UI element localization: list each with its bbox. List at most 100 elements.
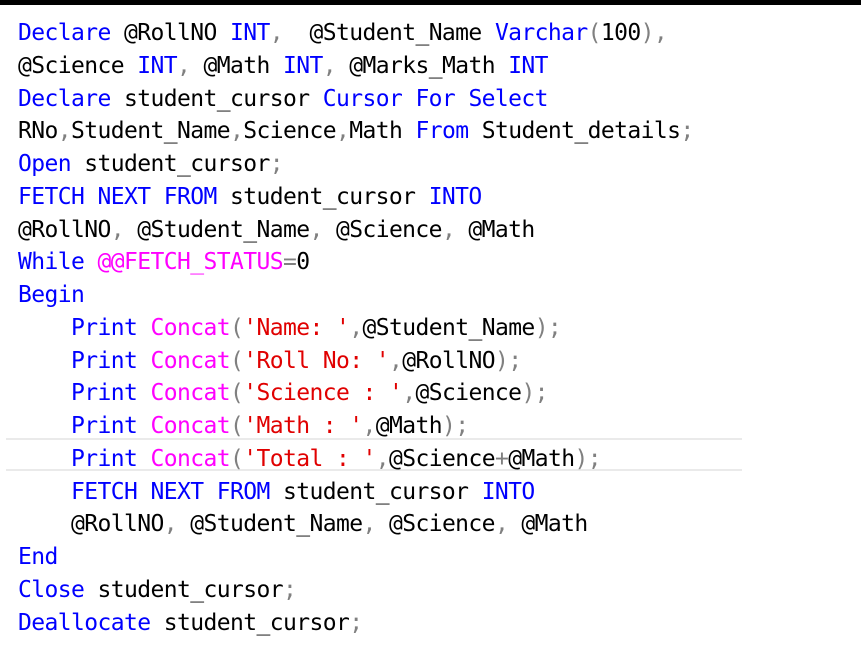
identifier-token — [18, 446, 71, 472]
operator-token: , — [402, 380, 416, 407]
operator-token: ( — [229, 445, 244, 472]
keyword-token: FETCH NEXT FROM — [71, 478, 270, 505]
function-token: Concat — [150, 445, 231, 472]
identifier-token: student_cursor — [84, 576, 283, 603]
keyword-token: INT — [508, 52, 548, 79]
keyword-token: While — [18, 249, 85, 276]
code-line: Print Concat('Science : ',@Science); — [18, 377, 549, 409]
operator-token: ); — [494, 347, 522, 374]
function-token: @@FETCH_STATUS — [97, 249, 284, 276]
operator-token: , — [176, 52, 191, 79]
keyword-token: End — [18, 544, 58, 570]
code-line: Print Concat('Roll No: ',@RollNO); — [18, 345, 522, 377]
number-token: 0 — [296, 249, 310, 276]
string-token: 'Roll No: ' — [243, 347, 389, 374]
identifier-token: @Science — [375, 511, 496, 538]
function-token: Concat — [150, 314, 231, 341]
operator-token: , — [494, 511, 509, 538]
identifier-token: @Student_Name — [362, 314, 535, 341]
identifier-token: @RollNO — [110, 20, 230, 46]
code-line: Print Concat('Name: ',@Student_Name); — [18, 312, 562, 344]
identifier-token — [84, 249, 97, 275]
operator-token: ; — [269, 151, 284, 177]
keyword-token: INTO — [481, 478, 536, 505]
operator-token: ( — [229, 413, 244, 439]
identifier-token: @Student_Name — [176, 511, 363, 538]
identifier-token: @Student_Name — [123, 216, 310, 243]
identifier-token: @Math — [508, 445, 575, 472]
keyword-token: Print — [71, 347, 138, 374]
operator-token: , — [362, 511, 376, 538]
operator-token: , — [335, 118, 350, 145]
keyword-token: Select — [468, 85, 548, 112]
code-line: Print Concat('Math : ',@Math); — [18, 410, 469, 442]
operator-token: ), — [640, 20, 668, 46]
identifier-token — [18, 479, 71, 505]
operator-token: ); — [534, 314, 562, 341]
identifier-token — [137, 413, 150, 439]
code-line: @Science INT, @Math INT, @Marks_Math INT — [18, 50, 549, 82]
operator-token: ; — [349, 609, 363, 636]
keyword-token: INT — [137, 52, 177, 79]
operator-token: , — [57, 118, 72, 145]
operator-token: , — [441, 216, 456, 243]
string-token: 'Name: ' — [243, 314, 350, 341]
identifier-token: @RollNO — [18, 511, 164, 538]
sql-code-editor[interactable]: Declare @RollNO INT, @Student_Name Varch… — [0, 5, 861, 665]
identifier-token — [137, 380, 150, 406]
operator-token: ( — [587, 20, 602, 46]
operator-token: ; — [680, 118, 694, 145]
string-token: 'Total : ' — [243, 445, 376, 472]
code-line: Print Concat('Total : ',@Science+@Math); — [18, 443, 602, 475]
code-line: End — [18, 541, 58, 573]
identifier-token — [455, 86, 468, 112]
keyword-token: INT — [229, 20, 270, 46]
operator-token: = — [282, 249, 297, 276]
operator-token: + — [494, 445, 509, 472]
operator-token: , — [110, 216, 125, 243]
identifier-token: @Science — [18, 52, 138, 79]
identifier-token: Student_details — [468, 118, 681, 145]
code-line: @RollNO, @Student_Name, @Science, @Math — [18, 508, 588, 540]
operator-token: , — [163, 511, 178, 538]
operator-token: , — [388, 347, 403, 374]
keyword-token: Deallocate — [18, 609, 151, 636]
identifier-token: @Math — [508, 511, 588, 538]
identifier-token — [18, 380, 71, 406]
identifier-token: student_cursor — [269, 478, 482, 505]
keyword-token: Open — [18, 151, 72, 177]
keyword-token: For — [415, 85, 456, 112]
operator-token: , — [362, 413, 376, 439]
identifier-token: @Math — [375, 413, 443, 439]
identifier-token: Science — [243, 118, 336, 145]
operator-token: ); — [574, 445, 601, 472]
code-line: Declare student_cursor Cursor For Select — [18, 83, 549, 115]
operator-token: ( — [229, 314, 244, 341]
operator-token: , — [269, 20, 284, 46]
keyword-token: Print — [71, 413, 138, 439]
keyword-token: Declare — [18, 85, 111, 112]
code-line: FETCH NEXT FROM student_cursor INTO — [18, 181, 482, 213]
keyword-token: Declare — [18, 20, 111, 46]
identifier-token: @Math — [455, 216, 535, 243]
keyword-token: Close — [18, 576, 85, 603]
operator-token: , — [229, 118, 244, 145]
keyword-token: INT — [282, 52, 323, 79]
operator-token: , — [375, 445, 390, 472]
keyword-token: Print — [71, 314, 138, 341]
identifier-token: @Marks_Math — [335, 52, 509, 79]
code-line: Close student_cursor; — [18, 574, 297, 606]
operator-token: ); — [521, 380, 548, 407]
operator-token: ; — [282, 576, 297, 603]
identifier-token: Student_Name — [71, 118, 231, 145]
code-line: Begin — [18, 279, 85, 311]
code-line: RNo,Student_Name,Science,Math From Stude… — [18, 115, 694, 147]
identifier-token: @Science — [322, 216, 443, 243]
identifier-token: @RollNO — [18, 216, 111, 243]
identifier-token — [137, 315, 150, 341]
function-token: Concat — [150, 347, 231, 374]
identifier-token: RNo — [18, 118, 58, 145]
identifier-token: student_cursor — [150, 609, 350, 636]
identifier-token — [18, 348, 71, 374]
identifier-token — [18, 413, 71, 439]
